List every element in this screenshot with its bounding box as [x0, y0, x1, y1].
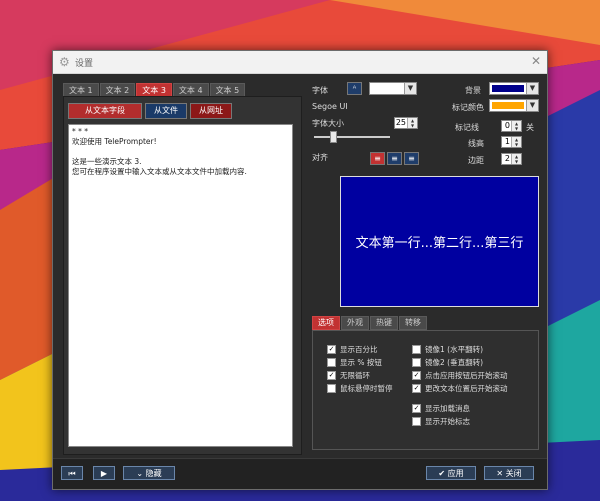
marker-color-select[interactable]: ▼	[489, 99, 539, 112]
text-editor[interactable]: * * * 欢迎使用 TelePrompter! 这是一些演示文本 3. 您可在…	[68, 124, 293, 447]
margin-value: 2	[504, 154, 510, 163]
close-icon[interactable]: ✕	[531, 54, 541, 68]
background-label: 背景	[465, 86, 481, 95]
hide-button-label: 隐藏	[145, 469, 162, 478]
from-url-button[interactable]: 从网址	[190, 103, 232, 119]
align-left-icon[interactable]: ≡	[370, 152, 385, 165]
font-size-slider-track[interactable]	[314, 136, 390, 138]
checkbox[interactable]	[412, 345, 421, 354]
checkbox[interactable]: ✓	[327, 371, 336, 380]
stepper-arrows-icon[interactable]: ▲ ▼	[407, 118, 417, 128]
tab-transfer[interactable]: 转移	[399, 316, 427, 330]
font-icon[interactable]: ᴬ	[347, 82, 362, 95]
option-label: 镜像1 (水平翻转)	[425, 345, 484, 354]
tab-appearance[interactable]: 外观	[341, 316, 369, 330]
option-label: 显示加载消息	[425, 404, 470, 413]
option-show-percent[interactable]: ✓ 显示百分比	[327, 344, 378, 355]
check-icon: ✔	[438, 469, 446, 478]
close-button-label: 关闭	[505, 469, 522, 478]
marker-color-label: 标记颜色	[452, 103, 484, 112]
checkbox[interactable]	[412, 358, 421, 367]
checkbox[interactable]: ✓	[327, 345, 336, 354]
chevron-down-icon: ▼	[526, 100, 538, 111]
marker-line-label: 标记线	[455, 123, 479, 132]
preview-area: 文本第一行...第二行...第三行	[340, 176, 539, 307]
option-show-percent-button[interactable]: 显示 % 按钮	[327, 357, 382, 368]
apply-button[interactable]: ✔ 应用	[426, 466, 476, 480]
tab-hotkeys[interactable]: 热键	[370, 316, 398, 330]
font-color-swatch	[372, 85, 402, 92]
marker-line-state: 关	[526, 123, 534, 132]
checkbox[interactable]: ✓	[412, 404, 421, 413]
checkbox[interactable]: ✓	[412, 384, 421, 393]
option-label: 无限循环	[340, 371, 370, 380]
option-label: 更改文本位置后开始滚动	[425, 384, 508, 393]
option-mirror-horizontal[interactable]: 镜像1 (水平翻转)	[412, 344, 483, 355]
from-file-button[interactable]: 从文件	[145, 103, 187, 119]
option-label: 镜像2 (垂直翻转)	[425, 358, 484, 367]
tab-options[interactable]: 选项	[312, 316, 340, 330]
checkbox[interactable]	[327, 384, 336, 393]
hide-button[interactable]: ⌄ 隐藏	[123, 466, 175, 480]
option-scroll-on-position-change[interactable]: ✓ 更改文本位置后开始滚动	[412, 383, 508, 394]
preview-text: 文本第一行...第二行...第三行	[355, 236, 524, 251]
option-label: 鼠标悬停时暂停	[340, 384, 393, 393]
option-infinite-loop[interactable]: ✓ 无限循环	[327, 370, 370, 381]
marker-line-stepper[interactable]: 0 ▲ ▼	[501, 120, 522, 132]
close-button[interactable]: ✕ 关闭	[484, 466, 534, 480]
font-size-stepper[interactable]: 25 ▲ ▼	[394, 117, 418, 129]
margin-stepper[interactable]: 2 ▲ ▼	[501, 153, 522, 165]
line-height-value: 1	[504, 137, 510, 146]
bottom-bar: ⏮ ▶ ⌄ 隐藏 ✔ 应用 ✕ 关闭	[53, 458, 547, 489]
option-tabs: 选项 外观 热键 转移	[312, 316, 428, 330]
chevron-down-icon: ▼	[526, 83, 538, 94]
option-label: 显示百分比	[340, 345, 378, 354]
options-panel: ✓ 显示百分比 显示 % 按钮 ✓ 无限循环 鼠标悬停时暂停 镜像1 (水平翻转…	[312, 330, 539, 450]
align-center-icon[interactable]: ≡	[387, 152, 402, 165]
checkbox[interactable]	[327, 358, 336, 367]
text-panel: 从文本字段 从文件 从网址 * * * 欢迎使用 TelePrompter! 这…	[63, 96, 302, 455]
stepper-arrows-icon[interactable]: ▲ ▼	[511, 154, 521, 164]
skip-to-start-icon[interactable]: ⏮	[61, 466, 83, 480]
option-scroll-on-apply[interactable]: ✓ 点击应用按钮后开始滚动	[412, 370, 508, 381]
apply-button-label: 应用	[447, 469, 464, 478]
font-label: 字体	[312, 86, 328, 95]
play-icon[interactable]: ▶	[93, 466, 115, 480]
close-icon: ✕	[496, 469, 504, 478]
background-color-select[interactable]: ▼	[489, 82, 539, 95]
chevron-down-icon: ⌄	[136, 469, 144, 478]
font-name: Segoe UI	[312, 102, 348, 111]
settings-dialog: ⚙ 设置 ✕ 文本 1 文本 2 文本 3 文本 4 文本 5 从文本字段 从文…	[52, 50, 548, 490]
option-label: 显示开始标志	[425, 417, 470, 426]
option-label: 显示 % 按钮	[340, 358, 382, 367]
line-height-stepper[interactable]: 1 ▲ ▼	[501, 136, 522, 148]
checkbox[interactable]: ✓	[412, 371, 421, 380]
font-size-label: 字体大小	[312, 119, 344, 128]
align-label: 对齐	[312, 153, 328, 162]
font-size-value: 25	[395, 118, 406, 127]
option-show-start-marker[interactable]: 显示开始标志	[412, 416, 470, 427]
title-bar: ⚙ 设置 ✕	[53, 51, 547, 74]
marker-line-value: 0	[504, 121, 510, 130]
line-height-label: 线高	[468, 139, 484, 148]
font-color-select[interactable]: ▼	[369, 82, 417, 95]
from-text-field-button[interactable]: 从文本字段	[68, 103, 142, 119]
marker-color-swatch	[492, 102, 524, 109]
align-right-icon[interactable]: ≡	[404, 152, 419, 165]
option-label: 点击应用按钮后开始滚动	[425, 371, 508, 380]
checkbox[interactable]	[412, 417, 421, 426]
stepper-arrows-icon[interactable]: ▲ ▼	[511, 137, 521, 147]
gear-icon: ⚙	[59, 55, 70, 69]
margin-label: 边距	[468, 156, 484, 165]
stepper-arrows-icon[interactable]: ▲ ▼	[511, 121, 521, 131]
font-size-slider-thumb[interactable]	[330, 131, 337, 143]
option-show-loading-message[interactable]: ✓ 显示加载消息	[412, 403, 470, 414]
chevron-down-icon: ▼	[404, 83, 416, 94]
option-mirror-vertical[interactable]: 镜像2 (垂直翻转)	[412, 357, 483, 368]
option-pause-on-hover[interactable]: 鼠标悬停时暂停	[327, 383, 393, 394]
background-color-swatch	[492, 85, 524, 92]
window-title: 设置	[75, 59, 94, 69]
